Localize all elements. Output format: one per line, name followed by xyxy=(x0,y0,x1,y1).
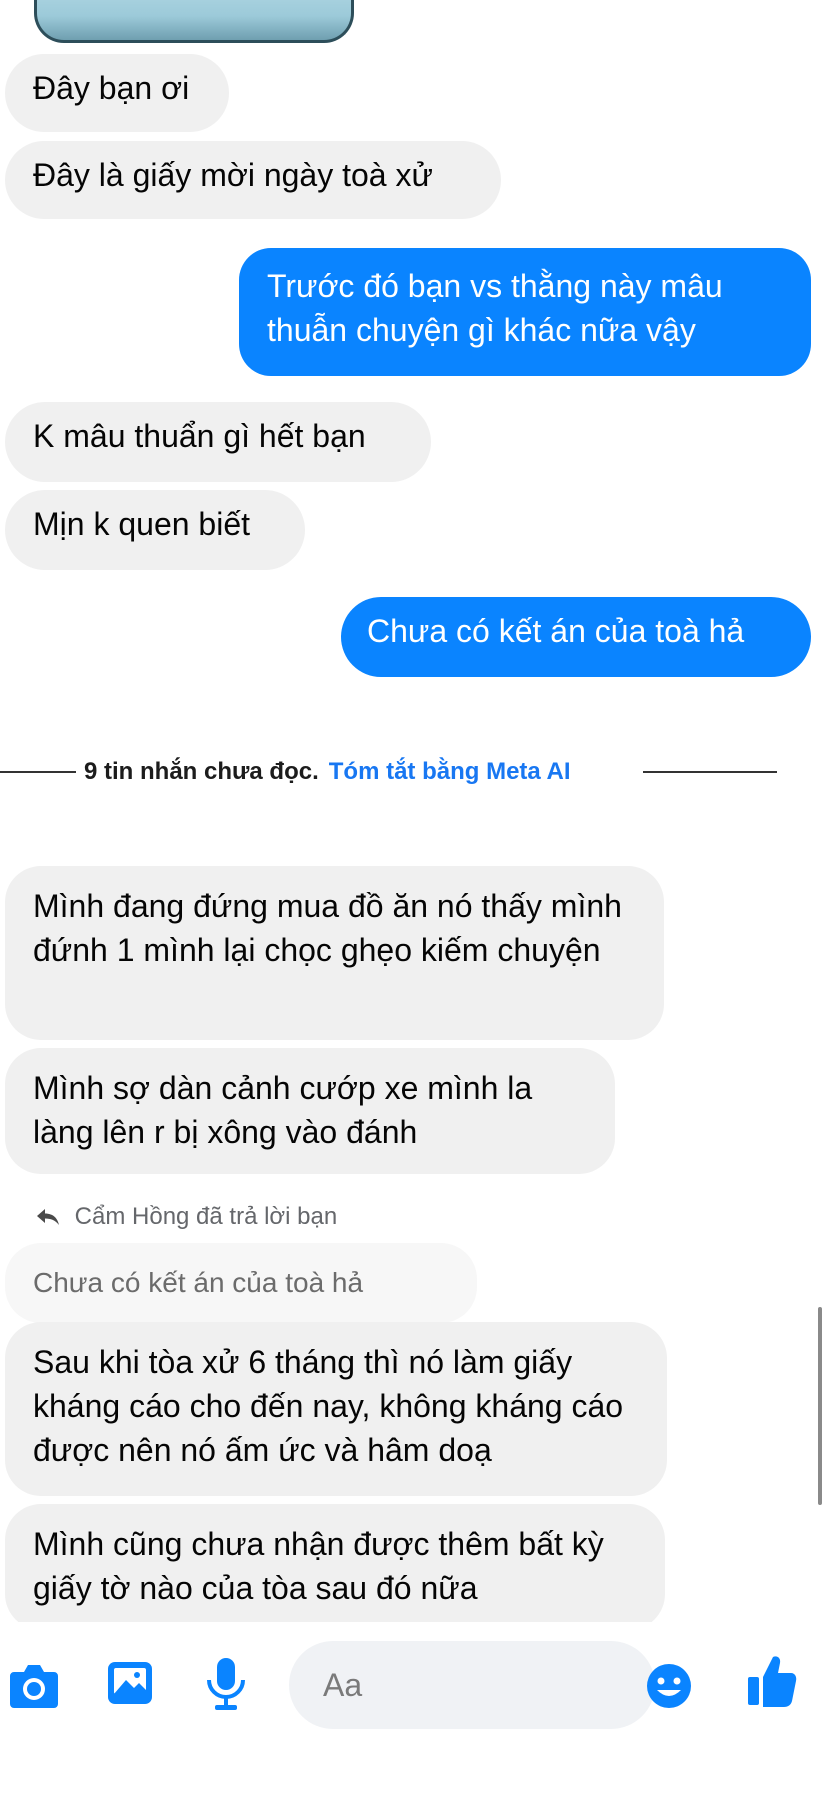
message-text: Mình sợ dàn cảnh cướp xe mình la làng lê… xyxy=(33,1070,533,1150)
message-text: Sau khi tòa xử 6 tháng thì nó làm giấy k… xyxy=(33,1344,624,1468)
outgoing-message[interactable]: Chưa có kết án của toà hả xyxy=(341,597,811,677)
unread-count-label: 9 tin nhắn chưa đọc. xyxy=(84,758,319,785)
message-input[interactable]: Aa xyxy=(289,1641,655,1729)
incoming-message[interactable]: Mịn k quen biết xyxy=(5,490,305,570)
incoming-message[interactable]: Đây bạn ơi xyxy=(5,54,229,132)
message-input-placeholder: Aa xyxy=(323,1667,363,1703)
scrollbar[interactable] xyxy=(818,1307,822,1505)
thumbs-up-icon[interactable] xyxy=(746,1653,798,1714)
unread-divider-line-left xyxy=(0,771,76,773)
quoted-message-text: Chưa có kết án của toà hả xyxy=(33,1267,364,1298)
message-text: Mịn k quen biết xyxy=(33,506,251,542)
message-text: Mình cũng chưa nhận được thêm bất kỳ giấ… xyxy=(33,1526,604,1606)
image-icon[interactable] xyxy=(106,1660,154,1711)
incoming-message[interactable]: Sau khi tòa xử 6 tháng thì nó làm giấy k… xyxy=(5,1322,667,1496)
reply-header-text: Cẩm Hồng đã trả lời bạn xyxy=(74,1203,338,1230)
incoming-message[interactable]: Mình cũng chưa nhận được thêm bất kỳ giấ… xyxy=(5,1504,665,1630)
reply-context: Cẩm Hồng đã trả lời bạn xyxy=(36,1201,337,1233)
message-text: Đây bạn ơi xyxy=(33,70,190,106)
incoming-message[interactable]: Mình đang đứng mua đồ ăn nó thấy mình đứ… xyxy=(5,866,664,1040)
emoji-icon[interactable] xyxy=(645,1662,693,1715)
incoming-message[interactable]: K mâu thuẩn gì hết bạn xyxy=(5,402,431,482)
summarize-meta-ai-link[interactable]: Tóm tắt bằng Meta AI xyxy=(329,758,571,785)
incoming-message[interactable]: Mình sợ dàn cảnh cướp xe mình la làng lê… xyxy=(5,1048,615,1174)
reply-arrow-icon xyxy=(36,1203,67,1230)
message-text: K mâu thuẩn gì hết bạn xyxy=(33,418,366,454)
outgoing-message[interactable]: Trước đó bạn vs thằng này mâu thuẫn chuy… xyxy=(239,248,811,376)
camera-icon[interactable] xyxy=(8,1660,60,1715)
incoming-message[interactable]: Đây là giấy mời ngày toà xử xyxy=(5,141,501,219)
quoted-message[interactable]: Chưa có kết án của toà hả xyxy=(5,1243,477,1323)
message-text: Đây là giấy mời ngày toà xử xyxy=(33,157,433,193)
unread-divider-line-right xyxy=(643,771,777,773)
unread-divider: 9 tin nhắn chưa đọc. Tóm tắt bằng Meta AI xyxy=(84,757,571,787)
shared-media-preview[interactable] xyxy=(34,0,354,43)
bottom-safe-area xyxy=(0,1746,828,1817)
message-text: Mình đang đứng mua đồ ăn nó thấy mình đứ… xyxy=(33,888,622,968)
message-text: Trước đó bạn vs thằng này mâu thuẫn chuy… xyxy=(267,268,723,348)
message-text: Chưa có kết án của toà hả xyxy=(367,613,745,649)
microphone-icon[interactable] xyxy=(204,1656,248,1717)
